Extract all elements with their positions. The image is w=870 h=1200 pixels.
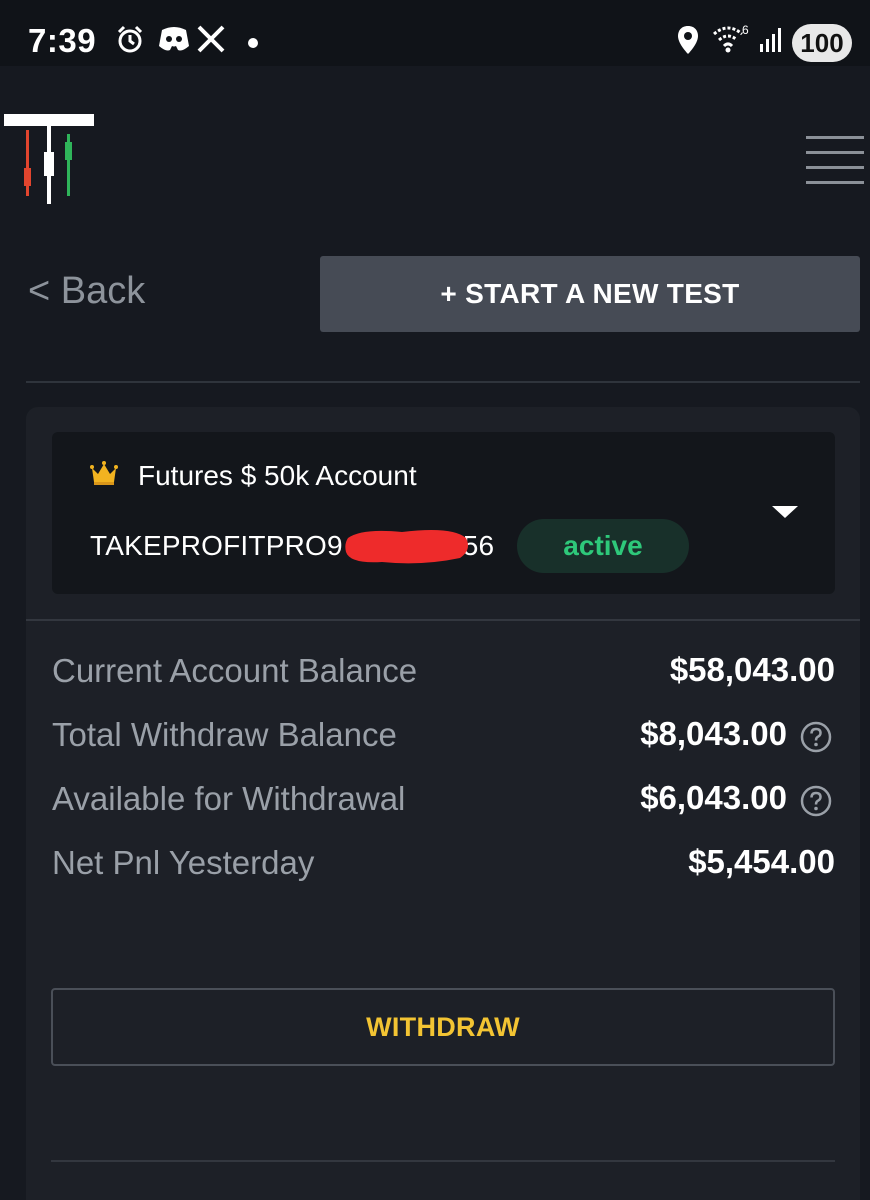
wifi-label: 6: [742, 24, 749, 37]
stat-value-available-withdrawal: $6,043.00: [640, 779, 787, 816]
x-icon: [197, 25, 225, 53]
discord-icon: [159, 27, 189, 51]
signal-icon: [760, 28, 781, 52]
wifi-icon: 6: [713, 24, 749, 53]
brand-logo[interactable]: [4, 114, 96, 206]
notification-dot-icon: [248, 38, 258, 48]
stat-label-available-withdrawal: Available for Withdrawal: [52, 780, 406, 817]
status-time: 7:39: [28, 22, 97, 59]
help-icon[interactable]: [800, 721, 832, 753]
caret-down-icon[interactable]: [772, 506, 798, 518]
start-new-test-button[interactable]: + START A NEW TEST: [320, 256, 860, 332]
back-link[interactable]: < Back: [28, 270, 145, 313]
stat-label-net-pnl: Net Pnl Yesterday: [52, 844, 315, 881]
divider: [51, 1160, 835, 1162]
divider: [26, 381, 860, 383]
stat-label-current-balance: Current Account Balance: [52, 652, 418, 689]
battery-level: 100: [792, 24, 852, 62]
divider: [26, 619, 860, 621]
help-icon[interactable]: [800, 785, 832, 817]
account-id-prefix: TAKEPROFITPRO9: [90, 530, 343, 561]
account-selector[interactable]: [52, 432, 835, 594]
stat-value-current-balance: $58,043.00: [669, 651, 835, 688]
crown-icon: [90, 461, 118, 485]
withdraw-button[interactable]: WITHDRAW: [51, 988, 835, 1066]
account-name: Futures $ 50k Account: [138, 460, 417, 491]
stat-value-total-withdraw: $8,043.00: [640, 715, 787, 752]
status-badge: active: [517, 519, 689, 573]
alarm-icon: [117, 25, 143, 53]
stat-value-net-pnl: $5,454.00: [688, 843, 835, 880]
redaction-mark: [345, 530, 468, 564]
hamburger-menu-icon[interactable]: [806, 136, 864, 184]
stat-label-total-withdraw: Total Withdraw Balance: [52, 716, 397, 753]
location-icon: [678, 26, 698, 54]
status-bar: 7:39 6 100: [0, 0, 870, 66]
